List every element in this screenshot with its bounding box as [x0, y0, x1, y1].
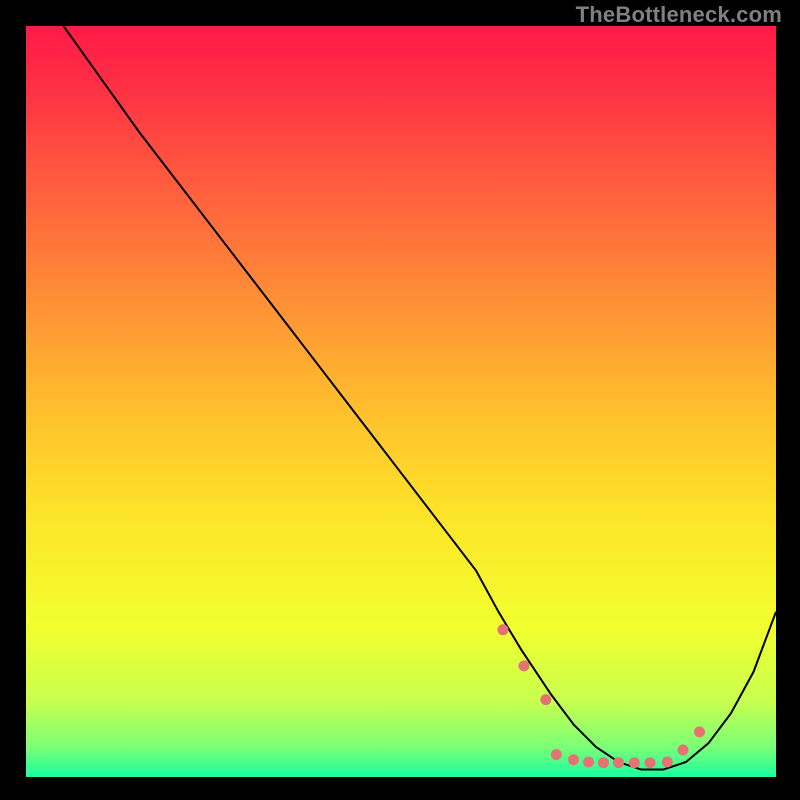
highlight-dot	[598, 757, 609, 768]
watermark-text: TheBottleneck.com	[576, 4, 782, 26]
highlight-dot	[551, 749, 562, 760]
highlight-dot	[613, 757, 624, 768]
highlight-dot	[583, 757, 594, 768]
highlight-dot	[498, 624, 509, 635]
highlight-dot	[519, 660, 530, 671]
chart-canvas	[26, 26, 776, 777]
chart-frame: TheBottleneck.com	[0, 0, 800, 800]
gradient-background	[26, 26, 776, 777]
highlight-dot	[629, 757, 640, 768]
highlight-dot	[678, 745, 689, 756]
highlight-dot	[694, 726, 705, 737]
highlight-dot	[568, 754, 579, 765]
plot-area	[26, 26, 776, 777]
highlight-dot	[645, 757, 656, 768]
highlight-dot	[540, 694, 551, 705]
highlight-dot	[662, 757, 673, 768]
